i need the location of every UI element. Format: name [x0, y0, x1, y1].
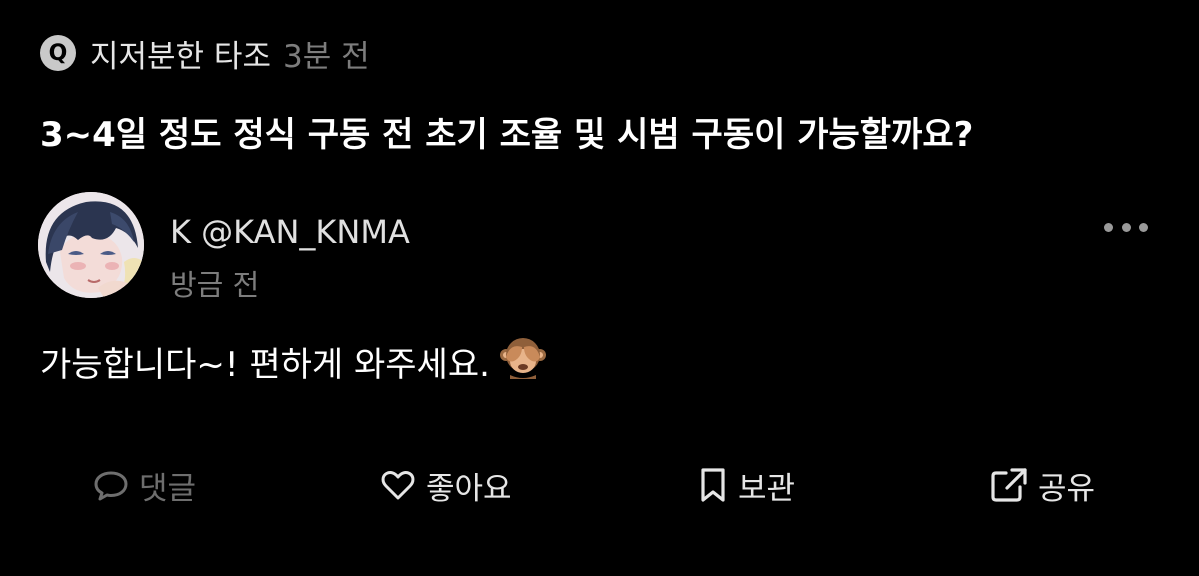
more-options-icon[interactable] — [1104, 215, 1148, 239]
more-dot — [1121, 222, 1131, 232]
answer-body: 가능합니다~! 편하게 와주세요. — [40, 335, 546, 388]
author-name[interactable]: K @KAN_KNMA — [170, 213, 410, 251]
save-button[interactable]: 보관 — [698, 462, 795, 508]
heart-icon — [381, 471, 415, 500]
question-text: 3~4일 정도 정식 구동 전 초기 조율 및 시범 구동이 가능할까요? — [40, 115, 974, 155]
comment-button[interactable]: 댓글 — [93, 462, 196, 508]
more-dot — [1139, 222, 1148, 232]
share-label: 공유 — [1038, 470, 1096, 507]
more-dot — [1104, 222, 1113, 232]
share-icon — [991, 468, 1027, 502]
like-button[interactable]: 좋아요 — [380, 462, 512, 508]
comment-label: 댓글 — [139, 470, 197, 507]
save-label: 보관 — [738, 470, 796, 507]
see-no-evil-monkey-icon — [499, 335, 546, 388]
question-header: Q 지저분한 타조 3분 전 — [40, 30, 370, 76]
answer-timestamp: 방금 전 — [170, 268, 260, 302]
avatar[interactable] — [38, 192, 144, 298]
bookmark-icon — [701, 468, 725, 502]
share-button[interactable]: 공유 — [990, 462, 1095, 508]
asker-name[interactable]: 지저분한 타조 — [90, 31, 271, 76]
question-timestamp: 3분 전 — [282, 38, 370, 75]
like-label: 좋아요 — [426, 470, 512, 507]
question-badge: Q — [40, 35, 76, 71]
answer-text: 가능합니다~! 편하게 와주세요. — [40, 345, 490, 385]
comment-icon — [94, 471, 128, 501]
